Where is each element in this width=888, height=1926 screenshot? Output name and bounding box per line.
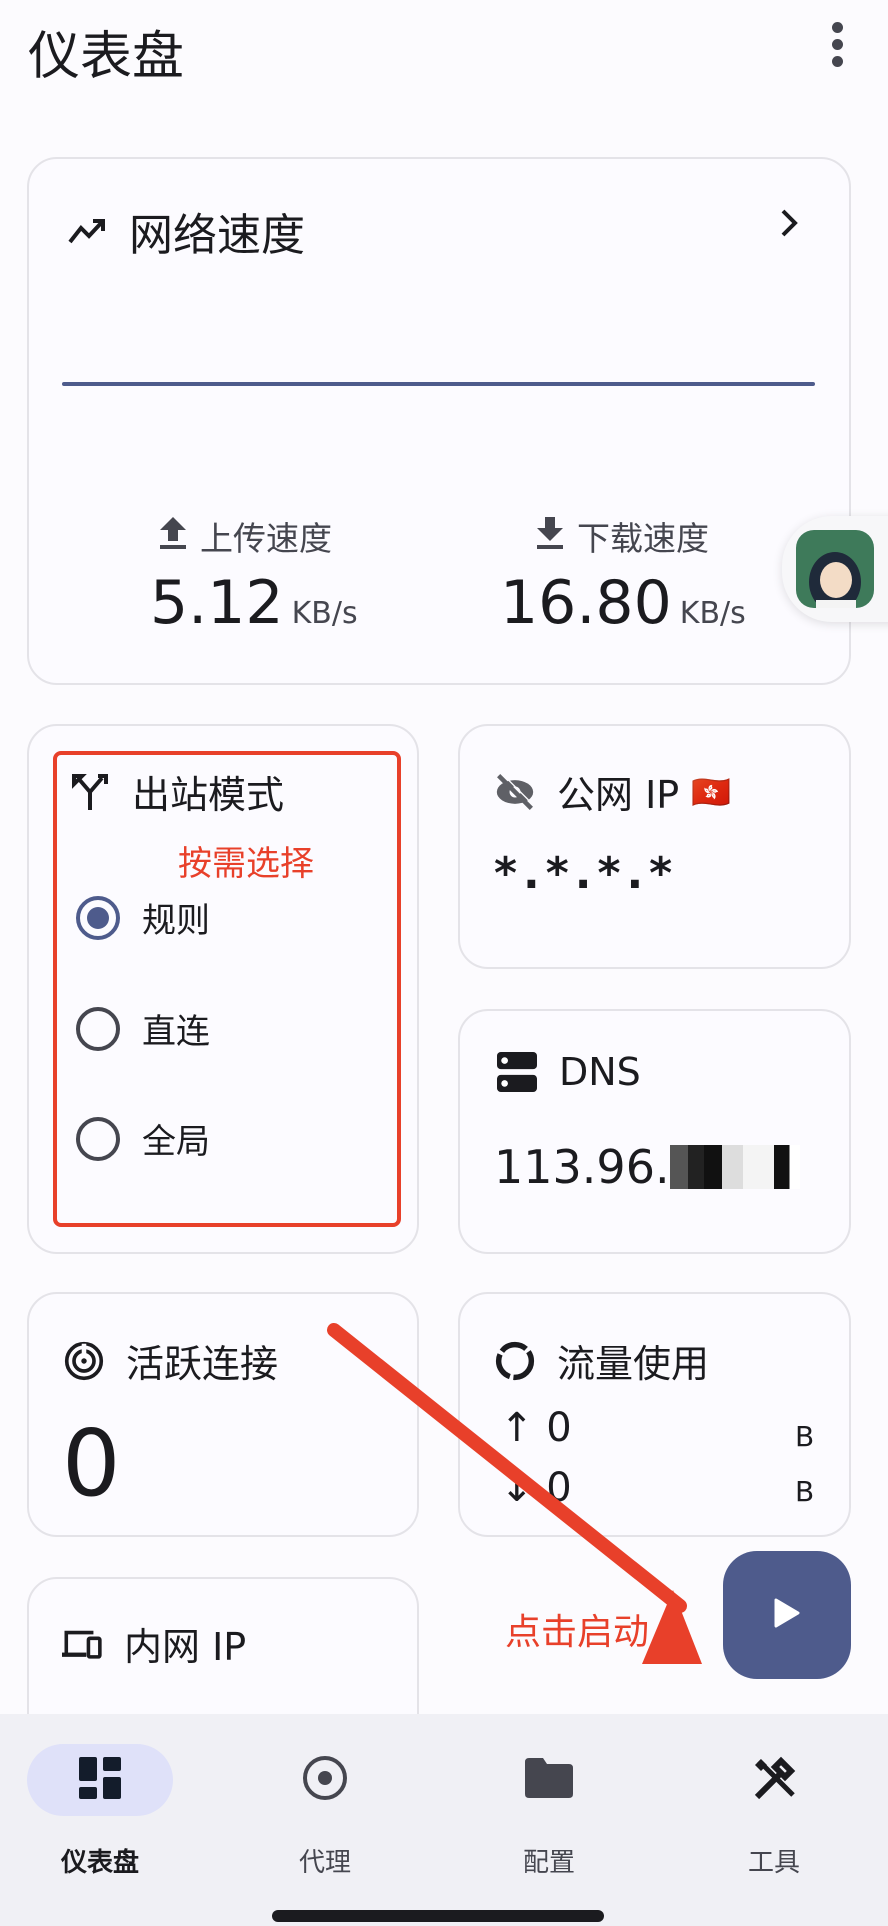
nav-label: 工具 bbox=[747, 1848, 800, 1878]
traffic-down-unit: B bbox=[795, 1475, 815, 1508]
speed-chart-line bbox=[62, 382, 815, 386]
nav-proxy[interactable]: 代理 bbox=[225, 1744, 425, 1879]
traffic-down-value: 0 bbox=[546, 1465, 572, 1511]
card-title: 网络速度 bbox=[129, 210, 305, 261]
radio-global[interactable]: 全局 bbox=[76, 1114, 210, 1163]
avatar bbox=[796, 530, 874, 608]
card-title: 公网 IP bbox=[557, 773, 680, 817]
devices-icon bbox=[62, 1624, 102, 1664]
radio-label: 全局 bbox=[142, 1122, 210, 1162]
upload-unit: KB/s bbox=[291, 596, 358, 631]
public-ip-card[interactable] bbox=[458, 724, 851, 969]
more-vert-icon[interactable] bbox=[826, 22, 848, 86]
annotation-text: 按需选择 bbox=[178, 844, 314, 884]
radio-unselected[interactable] bbox=[76, 1006, 120, 1051]
traffic-up-unit: B bbox=[795, 1420, 815, 1453]
card-title: 流量使用 bbox=[557, 1342, 710, 1386]
floating-assistant-bubble[interactable] bbox=[782, 516, 888, 622]
chevron-right-icon[interactable] bbox=[779, 207, 799, 243]
redacted-mosaic bbox=[669, 1145, 800, 1189]
donut-icon bbox=[495, 1341, 535, 1381]
nav-dashboard[interactable]: 仪表盘 bbox=[0, 1744, 200, 1879]
trending-icon bbox=[67, 211, 107, 251]
dns-card[interactable] bbox=[458, 1009, 851, 1254]
radio-unselected[interactable] bbox=[76, 1116, 120, 1161]
folder-icon bbox=[525, 1758, 573, 1802]
upload-icon bbox=[158, 515, 188, 557]
bottom-navigation: 仪表盘 代理 配置 工具 bbox=[0, 1714, 888, 1926]
dashboard-icon bbox=[79, 1757, 121, 1803]
radio-rule[interactable]: 规则 bbox=[76, 893, 210, 942]
card-title: 活跃连接 bbox=[126, 1342, 279, 1386]
traffic-down-row: ↓ 0 bbox=[500, 1465, 572, 1511]
connections-value: 0 bbox=[62, 1410, 121, 1517]
radar-icon bbox=[64, 1341, 104, 1381]
public-ip-value: *.*.*.* bbox=[494, 848, 679, 899]
radio-direct[interactable]: 直连 bbox=[76, 1004, 210, 1053]
dns-server-icon bbox=[497, 1052, 537, 1092]
radio-button-icon bbox=[302, 1755, 348, 1805]
radio-label: 直连 bbox=[142, 1012, 210, 1052]
start-button[interactable] bbox=[723, 1551, 851, 1679]
nav-label: 仪表盘 bbox=[60, 1848, 139, 1878]
visibility-off-icon bbox=[495, 771, 535, 812]
start-annotation: 点击启动 bbox=[505, 1612, 650, 1653]
traffic-up-row: ↑ 0 bbox=[500, 1405, 572, 1451]
page-title: 仪表盘 bbox=[28, 27, 185, 87]
nav-label: 配置 bbox=[522, 1848, 575, 1878]
card-title: 出站模式 bbox=[132, 773, 285, 817]
download-label: 下载速度 bbox=[577, 519, 709, 558]
download-unit: KB/s bbox=[679, 596, 746, 631]
radio-selected[interactable] bbox=[76, 895, 120, 940]
radio-label: 规则 bbox=[142, 901, 210, 941]
upload-label: 上传速度 bbox=[200, 519, 332, 558]
upload-value: 5.12 bbox=[150, 568, 284, 638]
download-icon bbox=[535, 515, 565, 557]
card-title: DNS bbox=[559, 1050, 641, 1094]
tools-icon bbox=[751, 1755, 797, 1805]
dns-value: 113.96. bbox=[494, 1140, 670, 1194]
nav-tools[interactable]: 工具 bbox=[674, 1744, 874, 1879]
home-indicator[interactable] bbox=[272, 1910, 604, 1922]
nav-profiles[interactable]: 配置 bbox=[449, 1744, 649, 1879]
traffic-up-value: 0 bbox=[546, 1405, 572, 1451]
fork-icon bbox=[70, 772, 110, 812]
hk-flag-icon: 🇭🇰 bbox=[691, 772, 732, 811]
play-icon bbox=[774, 1598, 800, 1632]
nav-label: 代理 bbox=[298, 1848, 351, 1878]
download-value: 16.80 bbox=[500, 568, 672, 638]
card-title: 内网 IP bbox=[124, 1625, 247, 1669]
